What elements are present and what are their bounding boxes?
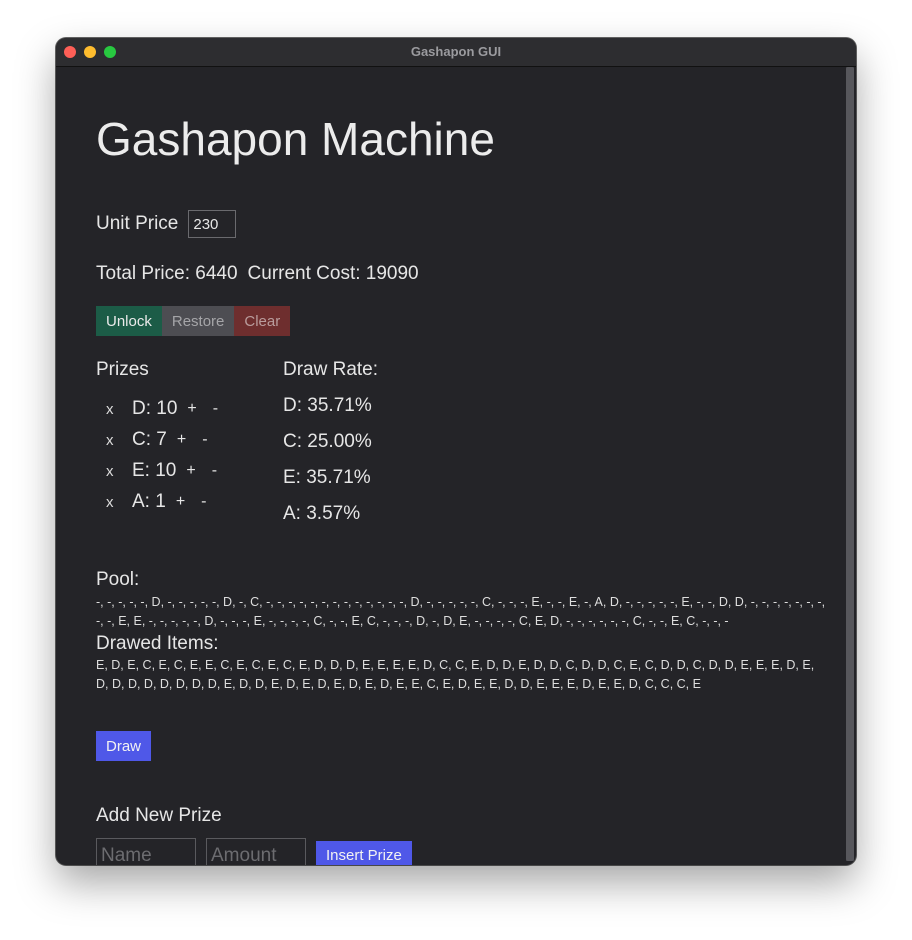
pool-list: -, -, -, -, -, D, -, -, -, -, -, D, -, C…: [96, 595, 826, 628]
decrement-button[interactable]: -: [213, 400, 218, 418]
increment-button[interactable]: +: [187, 400, 196, 418]
prize-label: C: 7: [132, 429, 167, 450]
prize-row-e: x E: 10 + -: [106, 460, 217, 482]
window-title: Gashapon GUI: [410, 44, 502, 59]
drawed-items-list: E, D, E, C, E, C, E, E, C, E, C, E, C, E…: [96, 658, 815, 691]
unit-price-row: Unit Price: [96, 210, 237, 238]
prizes-heading: Prizes: [96, 359, 149, 380]
draw-rate-item: D: 35.71%: [283, 395, 372, 416]
remove-prize-button[interactable]: x: [106, 494, 132, 511]
increment-button[interactable]: +: [177, 431, 186, 449]
insert-prize-button[interactable]: Insert Prize: [316, 840, 412, 865]
prize-row-a: x A: 1 + -: [106, 491, 206, 513]
restore-button[interactable]: Restore: [161, 306, 235, 336]
draw-rate-heading: Draw Rate:: [283, 359, 379, 380]
unlock-button[interactable]: Unlock: [96, 306, 162, 336]
remove-prize-button[interactable]: x: [106, 432, 132, 449]
prize-row-c: x C: 7 + -: [106, 429, 208, 451]
unit-price-label: Unit Price: [96, 213, 179, 234]
decrement-button[interactable]: -: [212, 462, 217, 480]
total-price-text: Total Price: 6440: [96, 263, 238, 284]
draw-rate-item: A: 3.57%: [283, 503, 361, 524]
add-prize-row: Insert Prize: [96, 838, 412, 865]
prize-name-input[interactable]: [96, 838, 196, 865]
decrement-button[interactable]: -: [201, 493, 206, 511]
increment-button[interactable]: +: [176, 493, 185, 511]
vertical-scrollbar[interactable]: [846, 67, 854, 861]
main-content: Gashapon Machine Unit Price Total Price:…: [96, 67, 836, 865]
prize-amount-input[interactable]: [206, 838, 306, 865]
decrement-button[interactable]: -: [202, 431, 207, 449]
prize-label: D: 10: [132, 398, 178, 419]
remove-prize-button[interactable]: x: [106, 463, 132, 480]
scrollbar-thumb[interactable]: [846, 67, 854, 861]
totals-row: Total Price: 6440 Current Cost: 19090: [96, 263, 419, 285]
draw-rate-item: E: 35.71%: [283, 467, 371, 488]
add-prize-heading: Add New Prize: [96, 805, 222, 826]
draw-button[interactable]: Draw: [96, 731, 152, 761]
prize-label: E: 10: [132, 460, 177, 481]
draw-rate-item: C: 25.00%: [283, 431, 372, 452]
unit-price-input[interactable]: [188, 210, 237, 238]
drawed-items-heading: Drawed Items:: [96, 633, 219, 654]
clear-button[interactable]: Clear: [234, 306, 291, 336]
action-buttons: Unlock Restore Clear: [96, 306, 291, 336]
title-bar: Gashapon GUI: [56, 38, 856, 67]
pool-heading: Pool:: [96, 569, 140, 590]
prize-label: A: 1: [132, 491, 166, 512]
increment-button[interactable]: +: [186, 462, 195, 480]
current-cost-text: Current Cost: 19090: [247, 263, 419, 284]
page-title: Gashapon Machine: [96, 113, 495, 165]
remove-prize-button[interactable]: x: [106, 401, 132, 418]
app-window: Gashapon GUI Gashapon Machine Unit Price…: [56, 38, 856, 865]
prize-row-d: x D: 10 + -: [106, 398, 218, 420]
